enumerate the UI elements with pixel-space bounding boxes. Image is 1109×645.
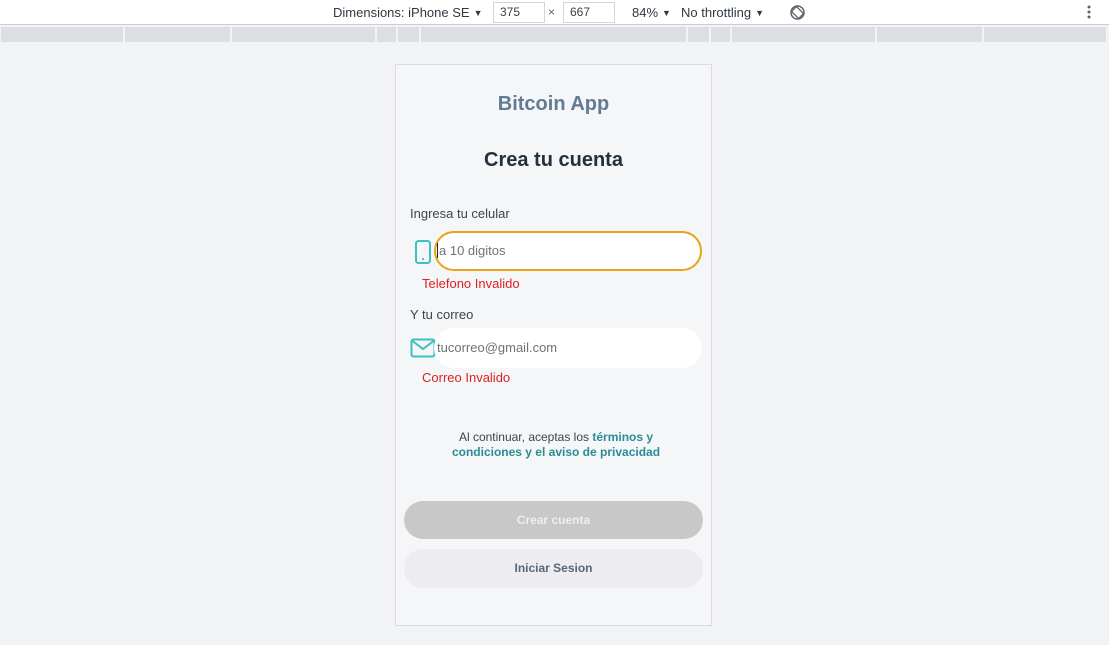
phone-label: Ingresa tu celular — [410, 206, 510, 221]
text-cursor — [437, 243, 438, 259]
phone-error-message: Telefono Invalido — [422, 276, 520, 291]
media-query-segment[interactable] — [711, 27, 730, 42]
create-account-button[interactable]: Crear cuenta — [404, 501, 703, 539]
dimension-separator: × — [548, 5, 556, 19]
page-heading: Crea tu cuenta — [484, 149, 623, 171]
media-query-segment[interactable] — [421, 27, 686, 42]
media-query-segment[interactable] — [688, 27, 709, 42]
device-viewport: Bitcoin App Crea tu cuenta Ingresa tu ce… — [395, 64, 712, 626]
email-input-placeholder: tucorreo@gmail.com — [437, 340, 558, 355]
media-query-segment[interactable] — [877, 27, 982, 42]
chevron-down-icon: ▼ — [473, 8, 483, 18]
chevron-down-icon: ▼ — [755, 8, 765, 18]
throttling-label: No throttling — [681, 5, 752, 20]
chevron-down-icon: ▼ — [662, 8, 671, 18]
viewport-width-input[interactable]: 375 — [493, 2, 545, 23]
more-options-icon[interactable] — [1084, 4, 1094, 20]
media-query-segment[interactable] — [398, 27, 419, 42]
zoom-dropdown[interactable]: 84% ▼ — [632, 0, 671, 25]
email-label: Y tu correo — [410, 307, 474, 322]
email-input[interactable]: tucorreo@gmail.com — [434, 328, 702, 368]
media-query-segment[interactable] — [732, 27, 875, 42]
smartphone-icon — [415, 240, 431, 264]
phone-input-placeholder: a 10 digitos — [439, 243, 506, 258]
phone-input[interactable]: a 10 digitos — [434, 231, 702, 271]
media-query-segment[interactable] — [1, 27, 123, 42]
app-title: Bitcoin App — [497, 93, 610, 115]
viewport-height-input[interactable]: 667 — [563, 2, 615, 23]
login-button[interactable]: Iniciar Sesion — [404, 549, 703, 588]
throttling-dropdown[interactable]: No throttling ▼ — [681, 0, 764, 25]
device-dimensions-label: Dimensions: iPhone SE — [333, 5, 470, 20]
terms-prefix: Al continuar, aceptas los — [458, 430, 590, 444]
rotate-icon[interactable] — [789, 4, 806, 21]
terms-notice: Al continuar, aceptas los términos y con… — [436, 430, 676, 460]
media-query-ruler — [0, 26, 1109, 43]
zoom-label: 84% — [632, 5, 659, 20]
media-query-segment[interactable] — [377, 27, 396, 42]
device-dimensions-dropdown[interactable]: Dimensions: iPhone SE ▼ — [333, 0, 483, 25]
mail-icon — [410, 338, 436, 358]
email-error-message: Correo Invalido — [422, 370, 511, 385]
media-query-segment[interactable] — [984, 27, 1106, 42]
devtools-device-toolbar: Dimensions: iPhone SE ▼ 375 × 667 84% ▼ No… — [0, 0, 1109, 25]
media-query-segment[interactable] — [125, 27, 230, 42]
media-query-segment[interactable] — [232, 27, 375, 42]
